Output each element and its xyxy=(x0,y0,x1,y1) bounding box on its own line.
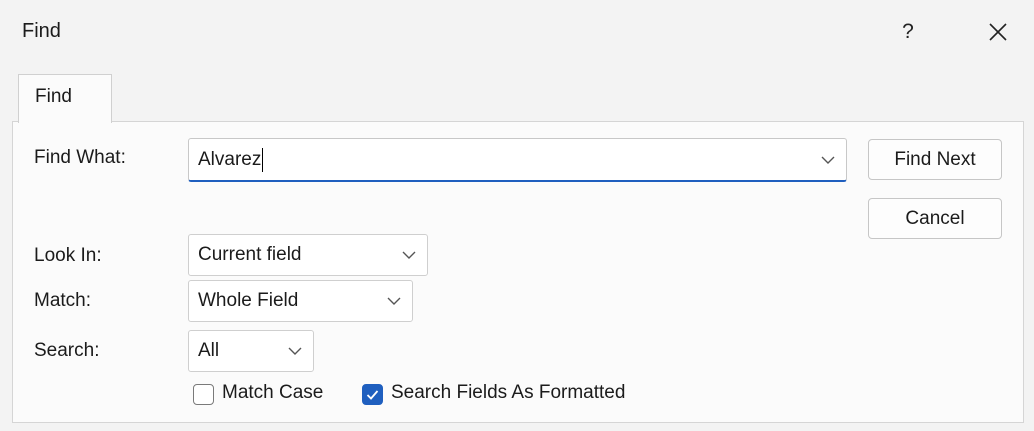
help-button[interactable]: ? xyxy=(888,14,928,50)
chevron-down-icon[interactable] xyxy=(820,155,836,165)
chevron-down-icon xyxy=(287,346,303,356)
checkmark-icon xyxy=(363,385,382,404)
match-case-checkbox[interactable] xyxy=(193,384,214,405)
search-fields-as-formatted-label[interactable]: Search Fields As Formatted xyxy=(391,382,625,404)
window-title: Find xyxy=(22,20,61,42)
cancel-label: Cancel xyxy=(905,208,965,229)
tab-find[interactable]: Find xyxy=(18,74,112,123)
match-dropdown[interactable]: Whole Field xyxy=(188,280,413,322)
close-icon xyxy=(978,12,1018,52)
title-bar: Find ? xyxy=(0,0,1034,64)
find-next-button[interactable]: Find Next xyxy=(868,139,1002,180)
match-case-label[interactable]: Match Case xyxy=(222,382,323,404)
search-fields-as-formatted-checkbox[interactable] xyxy=(362,384,383,405)
look-in-dropdown[interactable]: Current field xyxy=(188,234,428,276)
chevron-down-icon xyxy=(401,250,417,260)
match-label: Match: xyxy=(34,290,92,311)
find-next-label: Find Next xyxy=(894,149,976,170)
find-what-combobox[interactable]: Alvarez xyxy=(188,138,847,182)
match-value: Whole Field xyxy=(198,290,299,311)
search-dropdown[interactable]: All xyxy=(188,330,314,372)
find-what-input[interactable]: Alvarez xyxy=(198,149,261,171)
chevron-down-icon xyxy=(386,296,402,306)
tab-find-label: Find xyxy=(35,86,72,107)
find-what-label: Find What: xyxy=(34,147,126,168)
cancel-button[interactable]: Cancel xyxy=(868,198,1002,239)
text-cursor xyxy=(262,147,264,172)
search-label: Search: xyxy=(34,340,100,361)
look-in-value: Current field xyxy=(198,244,302,265)
look-in-label: Look In: xyxy=(34,245,102,266)
close-button[interactable] xyxy=(978,12,1018,52)
search-value: All xyxy=(198,340,220,361)
